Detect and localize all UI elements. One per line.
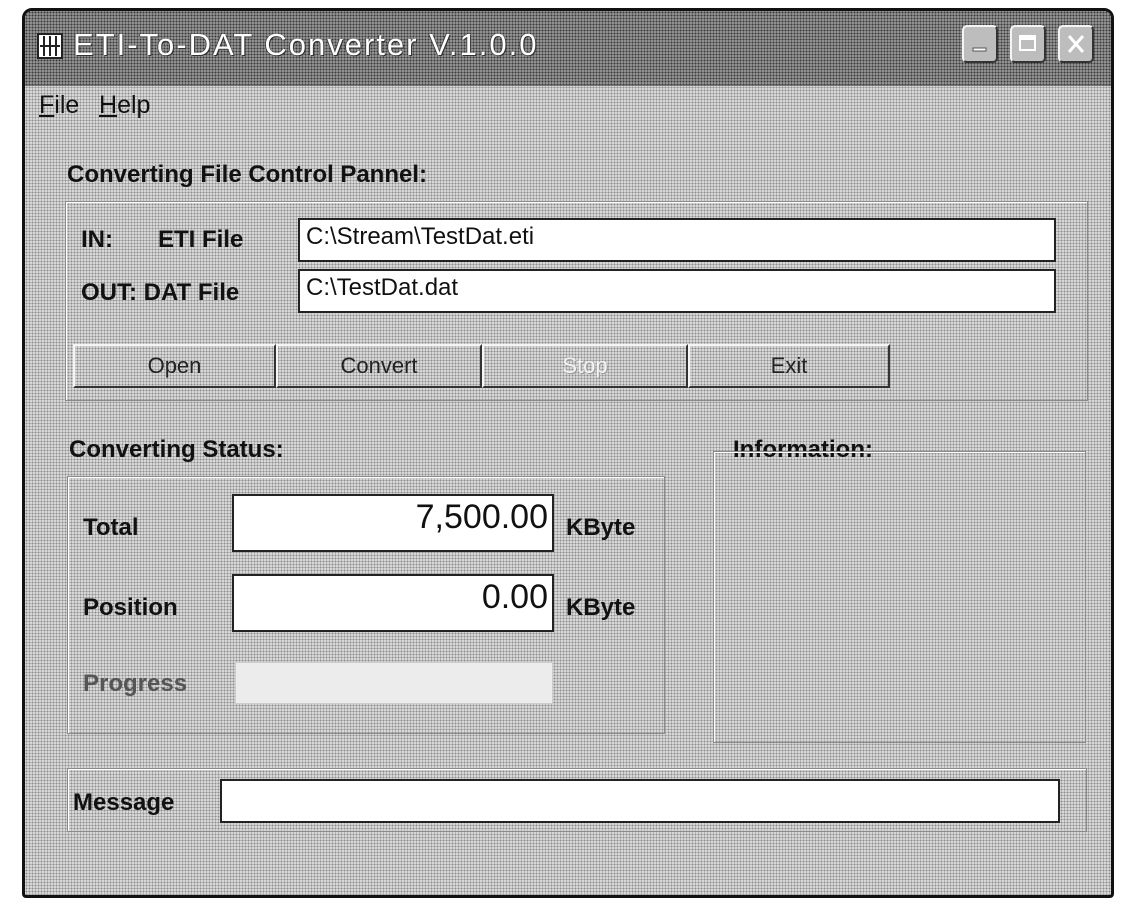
position-value: 0.00: [232, 574, 554, 632]
converting-status-title: Converting Status:: [69, 436, 284, 463]
total-label: Total: [83, 514, 139, 541]
menu-file-mnemonic: F: [39, 91, 55, 119]
menu-file[interactable]: File: [39, 91, 79, 120]
stop-button[interactable]: Stop: [482, 344, 688, 388]
progress-label: Progress: [83, 670, 188, 697]
menu-help-label: elp: [117, 91, 151, 119]
message-field: [220, 779, 1060, 823]
total-unit: KByte: [566, 514, 636, 541]
close-icon: [1067, 35, 1085, 53]
exit-button[interactable]: Exit: [688, 344, 890, 388]
eti-file-label: ETI File: [158, 226, 244, 253]
message-label: Message: [73, 789, 175, 816]
title-bar[interactable]: ETI-To-DAT Converter V.1.0.0: [25, 11, 1111, 86]
menu-bar: File Help: [25, 85, 1111, 125]
convert-button[interactable]: Convert: [276, 344, 482, 388]
window-title: ETI-To-DAT Converter V.1.0.0: [73, 27, 539, 62]
out-dat-file-label: OUT: DAT File: [81, 279, 240, 306]
information-panel: [713, 451, 1086, 743]
menu-help-mnemonic: H: [99, 91, 118, 119]
maximize-button[interactable]: [1010, 25, 1046, 63]
control-panel-title: Converting File Control Pannel:: [67, 161, 428, 188]
menu-help[interactable]: Help: [99, 91, 150, 120]
close-button[interactable]: [1058, 25, 1094, 63]
eti-file-input[interactable]: C:\Stream\TestDat.eti: [298, 218, 1056, 262]
app-window: ETI-To-DAT Converter V.1.0.0 File Help C…: [22, 8, 1114, 898]
progress-bar: [235, 662, 553, 704]
minimize-icon: [972, 47, 987, 52]
in-label: IN:: [81, 226, 113, 253]
position-unit: KByte: [566, 594, 636, 621]
open-button[interactable]: Open: [73, 344, 276, 388]
position-label: Position: [83, 594, 178, 621]
dat-file-input[interactable]: C:\TestDat.dat: [298, 269, 1056, 313]
total-value: 7,500.00: [232, 494, 554, 552]
menu-file-label: ile: [54, 91, 80, 119]
minimize-button[interactable]: [962, 25, 998, 63]
maximize-icon: [1019, 35, 1036, 51]
app-icon: [37, 33, 63, 59]
